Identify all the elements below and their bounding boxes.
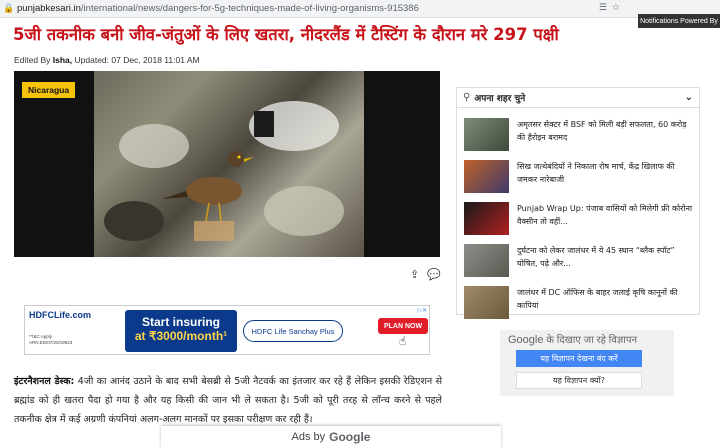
translate-icon[interactable]: ☰ [599, 3, 607, 13]
list-item[interactable]: Punjab Wrap Up: पंजाब वासियों को मिलेगी … [464, 202, 696, 238]
ad-offer-line1: Start insuring [141, 315, 220, 329]
news-thumbnail[interactable] [464, 244, 509, 277]
google-ad-feedback: Google के दिखाए जा रहे विज्ञापन यह विज्ञ… [500, 330, 674, 396]
lock-icon[interactable]: 🔒 [3, 4, 14, 14]
body-text: 4जी का आनंद उठाने के बाद सभी बेसब्री से … [14, 376, 443, 425]
list-item[interactable]: सिख जत्थेबंदियों ने निकाला रोष मार्च, के… [464, 160, 696, 196]
comment-icon[interactable]: 💬 [427, 268, 441, 281]
article-image: Nicaragua [14, 71, 440, 257]
city-widget-title: अपना शहर चुने [474, 94, 526, 104]
google-logo: Google [508, 334, 544, 346]
list-item[interactable]: अमृतसर सेक्टर में BSF को मिली बड़ी सफलता… [464, 118, 696, 154]
google-ad-header: Google के दिखाए जा रहे विज्ञापन [508, 332, 637, 346]
list-item[interactable]: दुर्घटना को लेकर जालंधर में ये 45 स्थान … [464, 244, 696, 280]
location-tag: Nicaragua [22, 82, 76, 98]
adchoices-icon[interactable]: ▷✕ [417, 307, 427, 314]
body-lead: इंटरनैशनल डेस्क: [14, 376, 75, 387]
share-icon[interactable]: ⇪ [410, 268, 419, 281]
news-headline[interactable]: Punjab Wrap Up: पंजाब वासियों को मिलेगी … [517, 202, 695, 228]
google-ad-header-text: के दिखाए जा रहे विज्ञापन [546, 335, 638, 346]
stop-seeing-ad-button[interactable]: यह विज्ञापन देखना बंद करें [516, 350, 642, 367]
news-headline[interactable]: सिख जत्थेबंदियों ने निकाला रोष मार्च, के… [517, 160, 695, 186]
url-path: /international/news/dangers-for-5g-techn… [80, 3, 419, 14]
ad-offer-line2: at ₹3000/month¹ [134, 329, 228, 343]
author-name[interactable]: Isha, [53, 55, 72, 65]
address-bar[interactable]: 🔒 punjabkesari.in/international/news/dan… [0, 0, 720, 18]
plan-now-button[interactable]: PLAN NOW [378, 318, 428, 334]
chevron-down-icon[interactable]: ⌄ [685, 92, 693, 103]
ad-banner[interactable]: HDFCLife.com *T&C Apply ARN:ED/07/20/198… [24, 305, 430, 355]
url-text[interactable]: punjabkesari.in/international/news/dange… [17, 3, 419, 14]
byline: Edited By Isha, Updated: 07 Dec, 2018 11… [14, 55, 200, 65]
toolbar-icons: ☰ ☆ [599, 3, 620, 13]
google-label: Google [329, 430, 371, 444]
ad-offer-box[interactable]: Start insuring at ₹3000/month¹ [125, 310, 237, 352]
byline-prefix: Edited By [14, 55, 51, 65]
city-selector[interactable]: ⚲ अपना शहर चुने ⌄ [457, 88, 699, 108]
city-news-widget: ⚲ अपना शहर चुने ⌄ अमृतसर सेक्टर में BSF … [456, 87, 700, 319]
ads-by-google-bar[interactable]: Ads by Google [161, 426, 501, 448]
location-pin-icon: ⚲ [463, 92, 471, 103]
pointer-hand-icon: ☝ [399, 334, 407, 348]
news-thumbnail[interactable] [464, 118, 509, 151]
news-thumbnail[interactable] [464, 160, 509, 193]
url-domain: punjabkesari.in [17, 3, 81, 14]
news-headline[interactable]: अमृतसर सेक्टर में BSF को मिली बड़ी सफलता… [517, 118, 695, 144]
news-headline[interactable]: दुर्घटना को लेकर जालंधर में ये 45 स्थान … [517, 244, 695, 270]
notifications-bar[interactable]: Notifications Powered By [638, 14, 720, 28]
ads-by-label: Ads by [291, 431, 326, 443]
list-item[interactable]: जालंधर में DC ऑफिस के बाहर जलाई कृषि कान… [464, 286, 696, 322]
advertiser-logo: HDFCLife.com [29, 310, 92, 320]
news-headline[interactable]: जालंधर में DC ऑफिस के बाहर जलाई कृषि कान… [517, 286, 695, 312]
bird-illustration [104, 101, 344, 241]
news-thumbnail[interactable] [464, 286, 509, 319]
ad-fine-print: *T&C Apply ARN:ED/07/20/19823 [29, 334, 73, 345]
star-icon[interactable]: ☆ [612, 3, 620, 13]
news-thumbnail[interactable] [464, 202, 509, 235]
ad-plan-name[interactable]: HDFC Life Sanchay Plus [243, 320, 343, 342]
page-title: 5जी तकनीक बनी जीव-जंतुओं के लिए खतरा, नी… [13, 25, 559, 44]
article-body: इंटरनैशनल डेस्क: 4जी का आनंद उठाने के बा… [14, 372, 442, 429]
why-this-ad-button[interactable]: यह विज्ञापन क्यों? [516, 372, 642, 389]
bird-image [94, 71, 364, 257]
updated-timestamp: Updated: 07 Dec, 2018 11:01 AM [74, 55, 200, 65]
